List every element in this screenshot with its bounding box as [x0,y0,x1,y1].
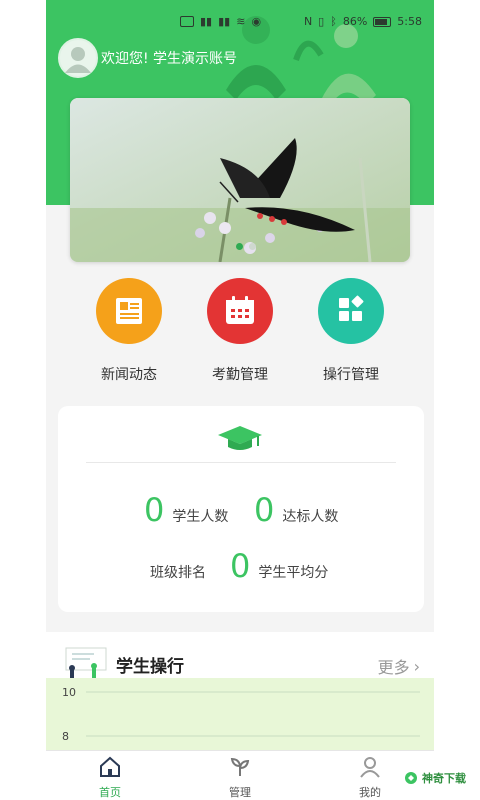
stats-card: 0 学生人数 0 达标人数 班级排名 0 学生平均分 [58,406,424,612]
tab-manage-label: 管理 [229,786,251,799]
menu-conduct-label: 操行管理 [323,367,379,383]
carousel-dots [236,243,256,250]
vibrate-icon: ▯ [318,15,325,28]
butterfly-photo [70,98,410,262]
tick-label: 8 [62,730,69,743]
bottom-tabbar: 首页 管理 我的 [46,750,434,800]
tab-mine[interactable]: 我的 [330,755,410,800]
user-icon [360,757,380,778]
signal2-icon: ▮▮ [218,15,231,28]
status-icons-left: ▮▮ ▮▮ ≋ ◉ [180,15,261,28]
watermark: 神奇下载 [404,770,466,786]
sprout-icon [230,757,250,776]
apps-grid-icon [318,278,384,344]
conduct-section: 学生操行 更多 › 10 8 [46,632,434,752]
tab-home[interactable]: 首页 [70,755,150,800]
student-count-label: 学生人数 [172,509,229,525]
stat-student-count: 0 学生人数 [144,494,228,526]
carousel-dot[interactable] [249,243,256,250]
conduct-title: 学生操行 [116,657,184,677]
user-avatar-icon [65,47,91,73]
whiteboard-illustration-icon [65,647,107,678]
tick-label: 10 [62,686,76,699]
bluetooth-icon: ᛒ [330,15,337,28]
chevron-right-icon: › [413,656,420,676]
menu-news[interactable]: 新闻动态 [74,278,184,388]
battery-percent: 86% [342,15,368,28]
menu-attendance-label: 考勤管理 [212,367,268,383]
tab-manage[interactable]: 管理 [200,755,280,800]
hd-icon [180,16,194,27]
status-bar: ▮▮ ▮▮ ≋ ◉ N ▯ ᛒ 86% 5:58 [46,10,434,34]
qualified-count-label: 达标人数 [282,509,339,525]
app-screen: ▮▮ ▮▮ ≋ ◉ N ▯ ᛒ 86% 5:58 欢迎您! 学生演示账号 新闻动… [46,0,434,800]
battery-icon [373,16,392,27]
card-divider [86,462,396,463]
notification-icon: ◉ [251,15,262,28]
menu-news-label: 新闻动态 [101,367,157,383]
banner-carousel[interactable] [70,98,410,262]
avatar[interactable] [58,38,98,78]
avg-score-value: 0 [230,547,251,585]
student-count-value: 0 [144,491,165,529]
carousel-dot[interactable] [236,243,243,250]
newspaper-icon [96,278,162,344]
avg-score-label: 学生平均分 [258,565,329,581]
calendar-icon [207,278,273,344]
graduation-cap-icon [218,426,262,450]
more-link[interactable]: 更多 › [378,654,420,678]
qualified-count-value: 0 [254,491,275,529]
nfc-icon: N [303,15,313,28]
clock: 5:58 [397,15,422,28]
tab-mine-label: 我的 [359,786,381,799]
chart-svg: 10 8 [62,686,420,743]
class-rank-label: 班级排名 [150,565,206,581]
welcome-text: 欢迎您! 学生演示账号 [101,51,238,67]
wifi-icon: ≋ [236,15,246,28]
menu-attendance[interactable]: 考勤管理 [185,278,295,388]
tab-home-label: 首页 [99,786,121,799]
watermark-logo-icon [405,772,417,784]
home-icon [100,756,120,777]
stat-class-rank: 班级排名 0 学生平均分 [150,550,328,582]
signal-icon: ▮▮ [200,15,213,28]
menu-conduct[interactable]: 操行管理 [296,278,406,388]
status-icons-right: N ▯ ᛒ 86% 5:58 [304,15,422,28]
more-label: 更多 [377,658,410,677]
conduct-chart: 10 8 [46,678,434,752]
watermark-text: 神奇下载 [422,772,466,785]
stat-qualified-count: 0 达标人数 [254,494,338,526]
